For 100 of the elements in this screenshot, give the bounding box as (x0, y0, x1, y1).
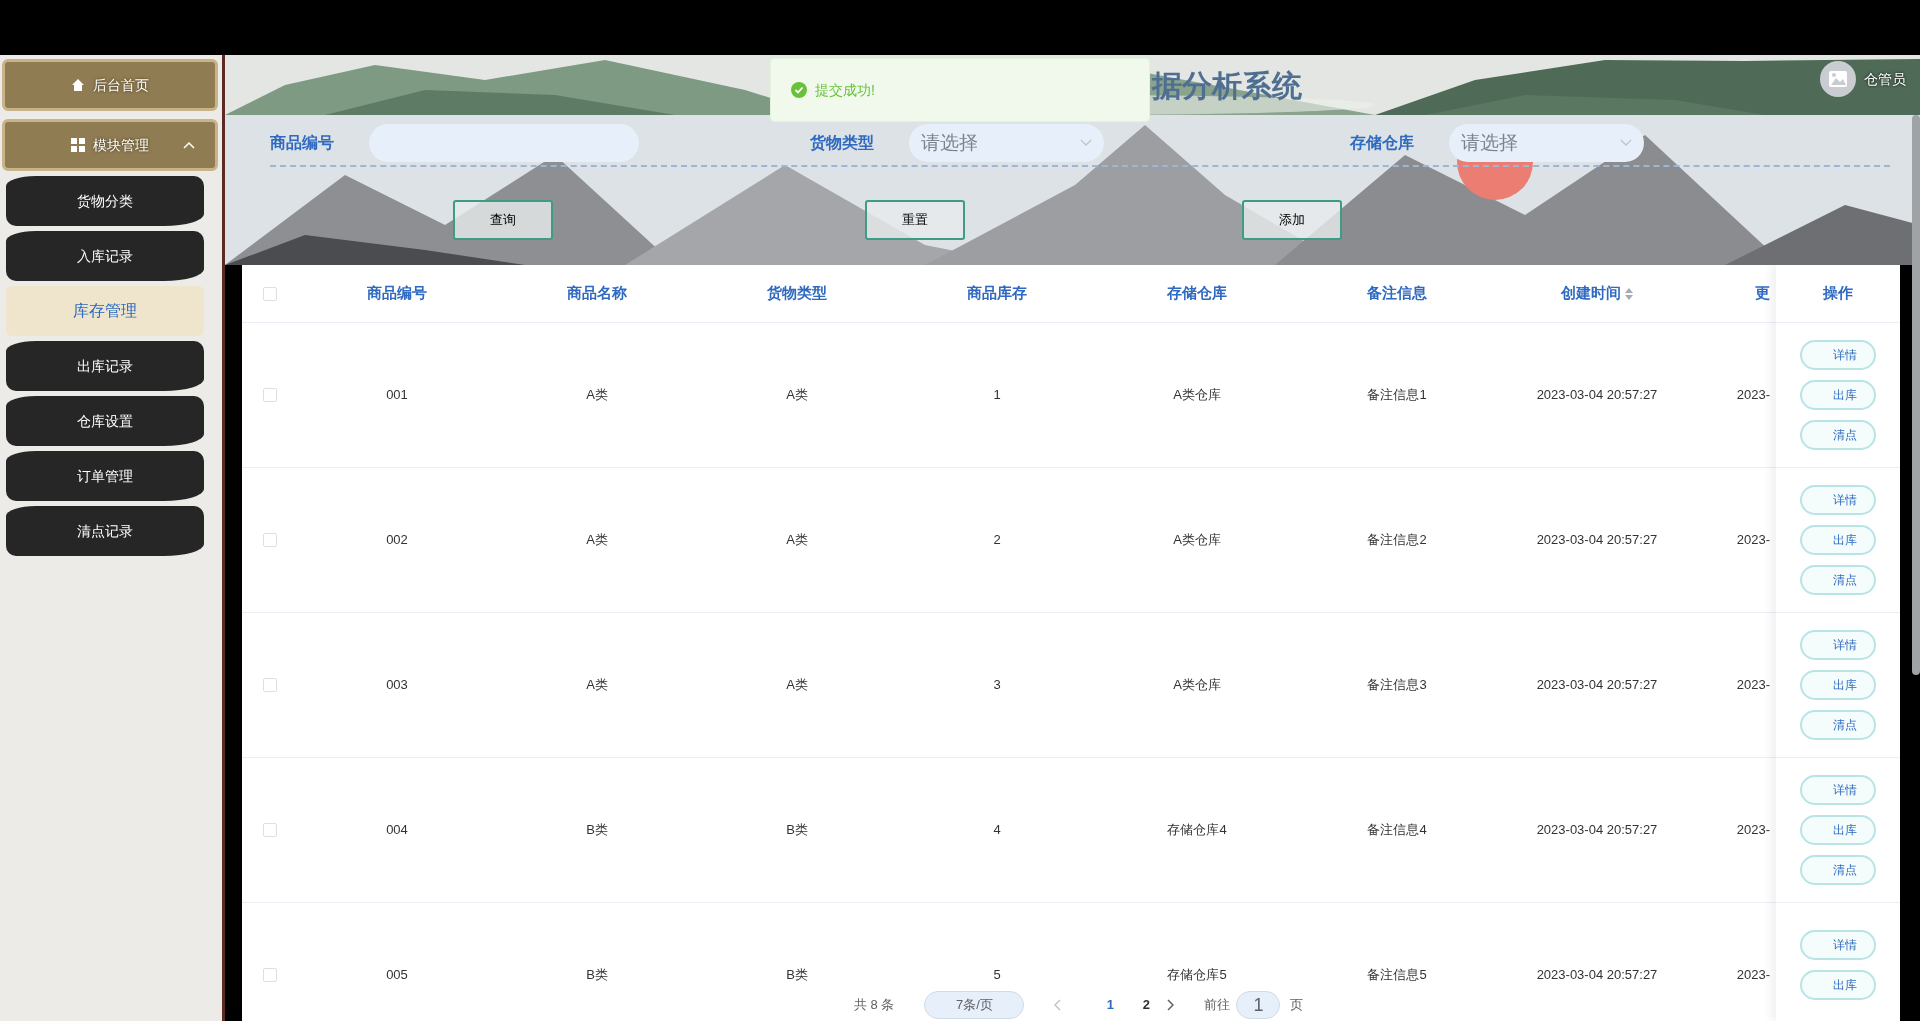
table-cell-text: B类 (586, 821, 608, 840)
table-cell-text: 备注信息5 (1367, 966, 1427, 985)
table-cell-text: B类 (786, 966, 808, 985)
column-header[interactable]: 商品编号 (367, 282, 427, 305)
home-icon (71, 78, 85, 92)
checkbox[interactable] (262, 286, 277, 301)
action-button[interactable]: 添加 (1242, 200, 1342, 240)
table-cell-text: 3 (993, 676, 1001, 695)
checkbox[interactable] (262, 678, 277, 692)
table-cell-text: 001 (386, 386, 408, 405)
table-cell-text: 2023-03-04 20:57:27 (1536, 531, 1658, 550)
table-cell-text: A类 (586, 531, 608, 550)
table-cell-text: 2023- (1736, 821, 1770, 840)
table-cell-text: 003 (386, 676, 408, 695)
sidebar-menu-button[interactable]: 模块管理 (2, 119, 218, 171)
column-header[interactable]: 创建时间 (1561, 282, 1633, 305)
column-header[interactable]: 更 (1755, 282, 1770, 305)
table-cell-text: 2023-03-04 20:57:27 (1536, 386, 1658, 405)
page-size-select[interactable]: 7条/页 (924, 991, 1025, 1019)
select-field[interactable]: 请选择 (1449, 124, 1644, 162)
sidebar-item[interactable]: 入库记录 (6, 231, 204, 281)
table-cell-text: A类 (786, 531, 808, 550)
action-button[interactable]: 重置 (865, 200, 965, 240)
column-header[interactable]: 备注信息 (1367, 282, 1427, 305)
table-cell-text: 2023-03-04 20:57:27 (1536, 966, 1658, 985)
table-cell-text: 004 (386, 821, 408, 840)
sidebar-item[interactable]: 仓库设置 (6, 396, 204, 446)
sidebar-item[interactable]: 货物分类 (6, 176, 204, 226)
chevron-down-icon (1620, 139, 1632, 147)
row-action-button[interactable]: 详情 (1800, 930, 1876, 960)
row-action-button[interactable]: 出库 (1800, 525, 1876, 555)
table-cell-text: 备注信息1 (1367, 386, 1427, 405)
column-header[interactable]: 存储仓库 (1167, 282, 1227, 305)
sidebar-item[interactable]: 订单管理 (6, 451, 204, 501)
table-cell-text: 2023-03-04 20:57:27 (1536, 821, 1658, 840)
table-cell-text: 2023- (1736, 386, 1770, 405)
checkbox[interactable] (262, 823, 277, 837)
column-header[interactable]: 商品名称 (567, 282, 627, 305)
field-label: 货物类型 (810, 133, 874, 154)
table-cell-text: 备注信息2 (1367, 531, 1427, 550)
field-label: 存储仓库 (1350, 133, 1414, 153)
table-cell-text: A类仓库 (1173, 386, 1221, 405)
row-action-button[interactable]: 详情 (1800, 485, 1876, 515)
table-cell-text: 2023- (1736, 676, 1770, 695)
sidebar-item[interactable]: 清点记录 (6, 506, 204, 556)
checkbox[interactable] (262, 533, 277, 547)
table-cell-text: 存储仓库5 (1167, 966, 1227, 985)
total-count: 共 8 条 (854, 996, 895, 1015)
checkbox[interactable] (262, 968, 277, 982)
table-cell-text: 1 (993, 386, 1001, 405)
page-jump-field[interactable]: 1 (1236, 991, 1281, 1019)
goto-label: 前往 (1204, 996, 1231, 1015)
row-action-button[interactable]: 清点 (1800, 420, 1876, 450)
sidebar-item[interactable]: 库存管理 (6, 286, 204, 336)
table-cell-text: 备注信息3 (1367, 676, 1427, 695)
row-action-button[interactable]: 清点 (1800, 855, 1876, 885)
row-action-button[interactable]: 清点 (1800, 565, 1876, 595)
sidebar-menu-button[interactable]: 后台首页 (2, 59, 218, 111)
table-cell-text: B类 (586, 966, 608, 985)
table-cell-text: A类 (586, 386, 608, 405)
checkbox[interactable] (262, 388, 277, 402)
scroll-bar[interactable] (1912, 115, 1920, 675)
row-action-button[interactable]: 出库 (1800, 815, 1876, 845)
sidebar-item[interactable]: 出库记录 (6, 341, 204, 391)
column-header: 操作 (1823, 283, 1853, 304)
row-action-button[interactable]: 出库 (1800, 670, 1876, 700)
page-number[interactable]: 2 (1128, 995, 1165, 1015)
row-action-button[interactable]: 清点 (1800, 710, 1876, 740)
table-cell-text: 2023- (1736, 531, 1770, 550)
action-button[interactable]: 查询 (453, 200, 553, 240)
table-cell-text: 002 (386, 531, 408, 550)
row-action-button[interactable]: 出库 (1800, 380, 1876, 410)
table-cell-text: B类 (786, 821, 808, 840)
row-action-button[interactable]: 出库 (1800, 970, 1876, 1000)
goto-suffix: 页 (1290, 996, 1304, 1015)
table-cell-text: 5 (993, 966, 1001, 985)
table-cell-text: 2023-03-04 20:57:27 (1536, 676, 1658, 695)
table-cell-text: A类 (586, 676, 608, 695)
text-input-field[interactable] (369, 124, 639, 162)
sort-icon[interactable] (1625, 287, 1633, 300)
select-field[interactable]: 请选择 (909, 124, 1104, 162)
column-header[interactable]: 货物类型 (767, 282, 827, 305)
table-cell-text: 存储仓库4 (1167, 821, 1227, 840)
table-cell-text: A类 (786, 676, 808, 695)
table-cell-text: 2023- (1736, 966, 1770, 985)
row-action-button[interactable]: 详情 (1800, 340, 1876, 370)
page-number[interactable]: 1 (1092, 995, 1129, 1015)
row-action-button[interactable]: 详情 (1800, 775, 1876, 805)
chevron-down-icon (1080, 139, 1092, 147)
column-header[interactable]: 商品库存 (967, 282, 1027, 305)
table-cell-text: 2 (993, 531, 1001, 550)
field-label: 商品编号 (270, 133, 334, 153)
table-cell-text: A类 (786, 386, 808, 405)
table-cell-text: 4 (993, 821, 1001, 840)
previous-page-icon[interactable] (1054, 999, 1063, 1011)
table-cell-text: A类仓库 (1173, 676, 1221, 695)
table-cell-text: A类仓库 (1173, 531, 1221, 550)
next-page-icon[interactable] (1166, 999, 1175, 1011)
row-action-button[interactable]: 详情 (1800, 630, 1876, 660)
table-cell-text: 005 (386, 966, 408, 985)
